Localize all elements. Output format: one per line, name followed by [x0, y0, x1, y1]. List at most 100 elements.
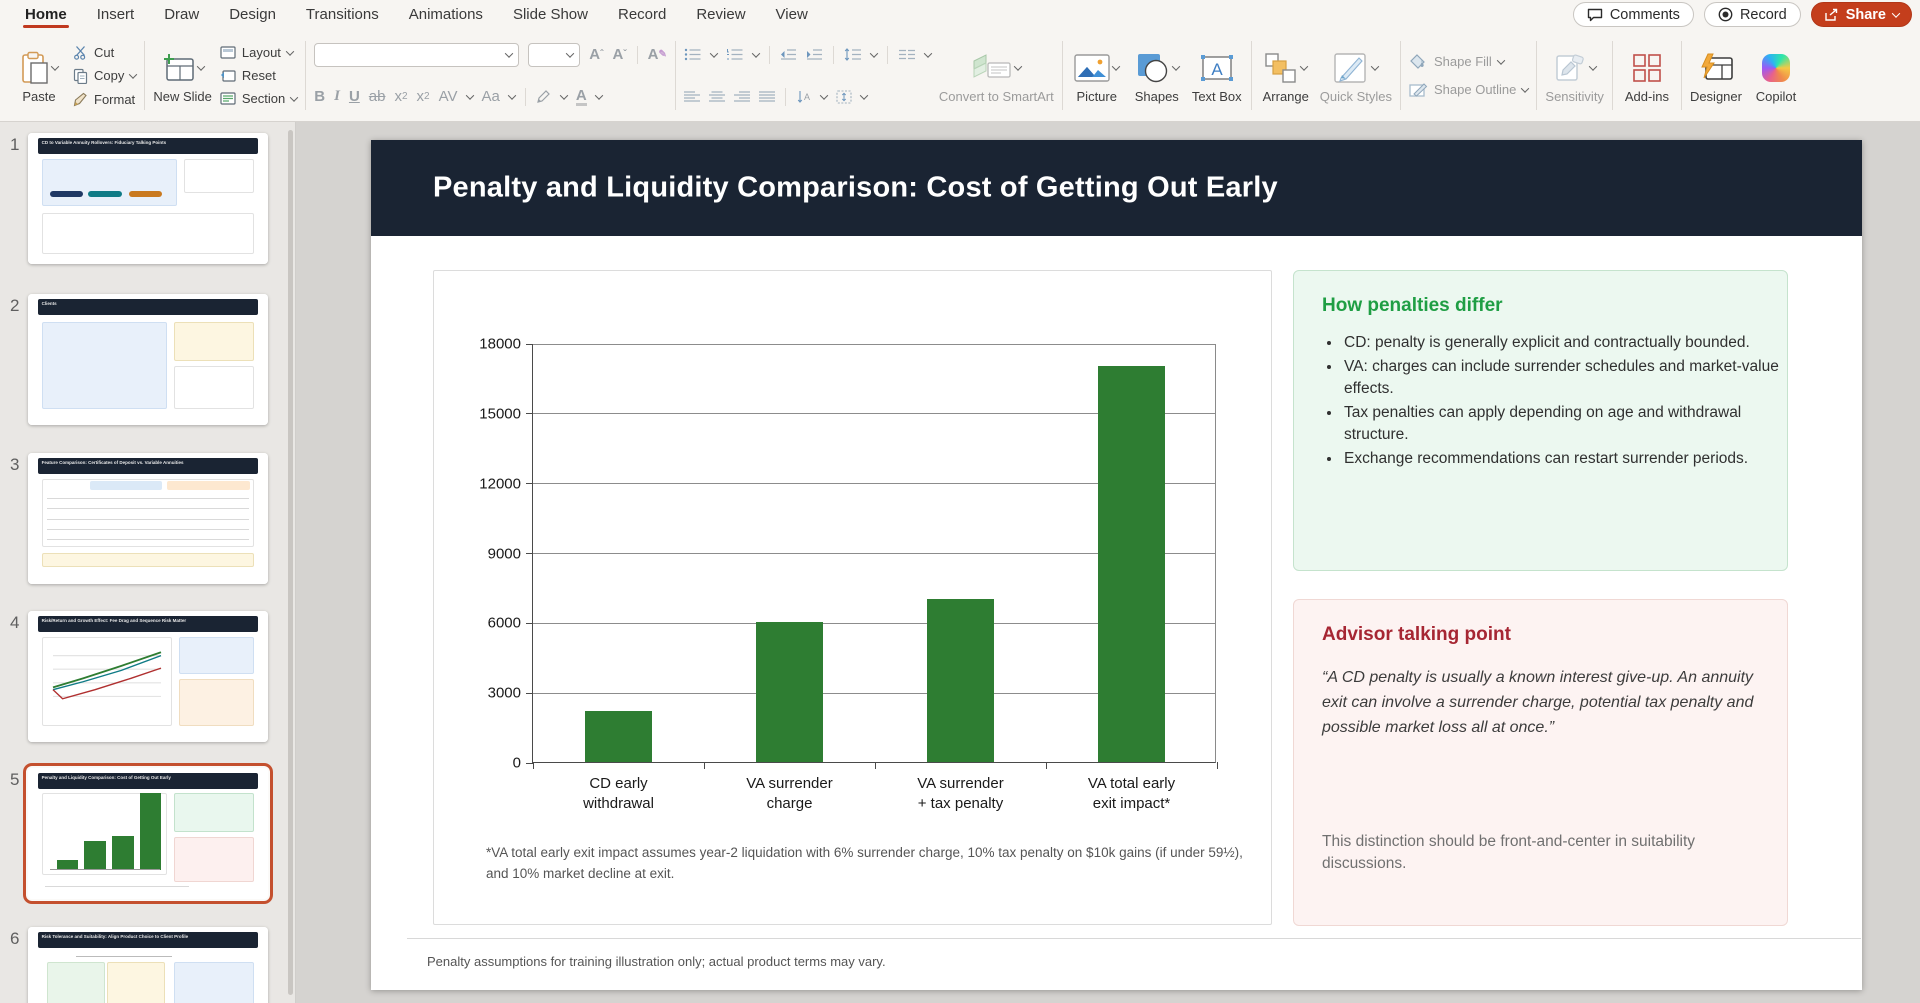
- record-icon: [1718, 7, 1733, 22]
- arrange-icon: [1264, 52, 1298, 84]
- align-text-button[interactable]: [836, 89, 852, 104]
- chart-bar[interactable]: [756, 622, 823, 762]
- layout-button[interactable]: Layout: [220, 45, 297, 60]
- paragraph-group: A Convert to SmartArt: [677, 33, 1061, 118]
- text-box-button[interactable]: A Text Box: [1191, 47, 1243, 105]
- y-tick-label: 18000: [479, 335, 521, 353]
- tab-animations[interactable]: Animations: [394, 0, 498, 28]
- chart-bar[interactable]: [585, 710, 652, 762]
- subscript-button[interactable]: x2: [417, 88, 430, 105]
- line-spacing-chevron-icon: [869, 48, 879, 58]
- cut-button[interactable]: Cut: [73, 45, 136, 60]
- picture-label: Picture: [1076, 88, 1117, 104]
- slide-thumbnail-2[interactable]: Clients: [28, 294, 268, 425]
- slide-thumbnail-4[interactable]: Risk/Return and Growth Effect: Fee Drag …: [28, 611, 268, 742]
- justify-button[interactable]: [758, 90, 775, 103]
- tab-record[interactable]: Record: [603, 0, 681, 28]
- font-color-button[interactable]: A: [575, 88, 587, 106]
- x-axis-tick: [874, 762, 876, 769]
- strikethrough-button[interactable]: ab: [369, 88, 386, 105]
- slide-thumbnail-6[interactable]: Risk Tolerance and Suitability: Align Pr…: [28, 927, 268, 1003]
- clear-formatting-button[interactable]: A ✎: [648, 46, 667, 63]
- increase-indent-button[interactable]: [806, 48, 823, 61]
- arrange-button[interactable]: Arrange: [1260, 47, 1312, 105]
- add-ins-button[interactable]: Add-ins: [1621, 47, 1673, 105]
- comments-label: Comments: [1609, 6, 1680, 23]
- numbering-button[interactable]: [726, 48, 744, 61]
- slide-thumbnail-3[interactable]: Feature Comparison: Certificates of Depo…: [28, 453, 268, 584]
- tab-slide-show[interactable]: Slide Show: [498, 0, 603, 28]
- bullets-button[interactable]: [684, 48, 702, 61]
- text-box-label: Text Box: [1191, 88, 1242, 104]
- copilot-button[interactable]: Copilot: [1750, 47, 1802, 105]
- font-size-chevron-icon: [566, 48, 575, 58]
- slide-canvas: Penalty and Liquidity Comparison: Cost o…: [297, 122, 1920, 1003]
- advisor-talking-point-box[interactable]: Advisor talking point “A CD penalty is u…: [1293, 599, 1788, 926]
- tab-review[interactable]: Review: [681, 0, 760, 28]
- chart-bar[interactable]: [927, 599, 994, 762]
- decrease-font-size-button[interactable]: Aˇ: [612, 46, 626, 63]
- underline-button[interactable]: U: [349, 88, 360, 105]
- picture-button[interactable]: Picture: [1071, 47, 1123, 105]
- chart-card[interactable]: 0 3000 6000 9000 12000 15000 18000 CD early wit…: [433, 270, 1272, 925]
- comments-button[interactable]: Comments: [1572, 2, 1694, 27]
- shape-styles-group: Shape Fill Shape Outline: [1402, 33, 1535, 118]
- how-penalties-differ-box[interactable]: How penalties differ CD: penalty is gene…: [1293, 270, 1788, 571]
- new-slide-button[interactable]: New Slide: [153, 47, 212, 105]
- character-spacing-button[interactable]: AV: [439, 88, 458, 105]
- panel-scrollbar[interactable]: [288, 130, 293, 995]
- copilot-label: Copilot: [1755, 88, 1797, 104]
- thumbnail-number: 6: [10, 929, 20, 948]
- tab-view[interactable]: View: [761, 0, 823, 28]
- copilot-icon: [1761, 53, 1790, 82]
- paste-button[interactable]: Paste: [13, 47, 65, 105]
- decrease-indent-button[interactable]: [780, 48, 797, 61]
- reset-button[interactable]: Reset: [220, 68, 297, 83]
- italic-button[interactable]: I: [334, 88, 340, 105]
- shape-fill-chevron-icon: [1496, 55, 1506, 65]
- tab-insert[interactable]: Insert: [82, 0, 150, 28]
- thumbnail-preview: Risk/Return and Growth Effect: Fee Drag …: [28, 611, 268, 742]
- chart-bar[interactable]: [1098, 366, 1165, 762]
- current-slide[interactable]: Penalty and Liquidity Comparison: Cost o…: [371, 140, 1862, 990]
- tab-transitions[interactable]: Transitions: [291, 0, 394, 28]
- shape-fill-button[interactable]: Shape Fill: [1409, 53, 1528, 70]
- increase-font-size-button[interactable]: Aˆ: [589, 46, 603, 63]
- text-direction-button[interactable]: A: [796, 90, 812, 104]
- slide-thumbnail-5[interactable]: Penalty and Liquidity Comparison: Cost o…: [28, 768, 268, 899]
- share-chevron-icon: [1891, 8, 1901, 18]
- designer-button[interactable]: Designer: [1690, 47, 1742, 105]
- record-button[interactable]: Record: [1703, 2, 1801, 27]
- sensitivity-button[interactable]: Sensitivity: [1545, 47, 1604, 105]
- line-spacing-button[interactable]: [844, 48, 862, 61]
- slide-thumbnail-1[interactable]: CD to Variable Annuity Rollovers: Fiduci…: [28, 133, 268, 264]
- y-axis-tick: [526, 483, 533, 485]
- bold-button[interactable]: B: [314, 88, 325, 105]
- format-label: Format: [94, 91, 136, 107]
- superscript-button[interactable]: x2: [394, 88, 407, 105]
- tab-draw[interactable]: Draw: [149, 0, 214, 28]
- copy-button[interactable]: Copy: [73, 68, 138, 84]
- svg-text:A: A: [804, 92, 810, 102]
- thumbnail-preview: Penalty and Liquidity Comparison: Cost o…: [28, 768, 268, 899]
- align-text-chevron-icon: [859, 90, 869, 100]
- quick-styles-button[interactable]: Quick Styles: [1320, 47, 1392, 105]
- highlight-color-button[interactable]: [536, 89, 552, 104]
- format-painter-icon: [73, 92, 88, 107]
- align-center-button[interactable]: [708, 90, 725, 103]
- align-left-button[interactable]: [683, 90, 700, 103]
- columns-button[interactable]: [898, 48, 916, 61]
- change-case-button[interactable]: Aa: [482, 88, 500, 105]
- align-right-button[interactable]: [733, 90, 750, 103]
- font-size-select[interactable]: [528, 42, 581, 67]
- share-button[interactable]: Share: [1810, 2, 1912, 27]
- format-painter-button[interactable]: Format: [73, 92, 136, 107]
- tab-design[interactable]: Design: [214, 0, 291, 28]
- font-name-select[interactable]: [314, 42, 520, 67]
- tab-home[interactable]: Home: [10, 0, 82, 28]
- shapes-button[interactable]: Shapes: [1131, 47, 1183, 105]
- convert-to-smartart-button[interactable]: Convert to SmartArt: [939, 47, 1054, 105]
- section-button[interactable]: Section: [220, 91, 299, 106]
- shape-outline-button[interactable]: Shape Outline: [1409, 82, 1530, 98]
- text-box-icon: A: [1200, 54, 1234, 82]
